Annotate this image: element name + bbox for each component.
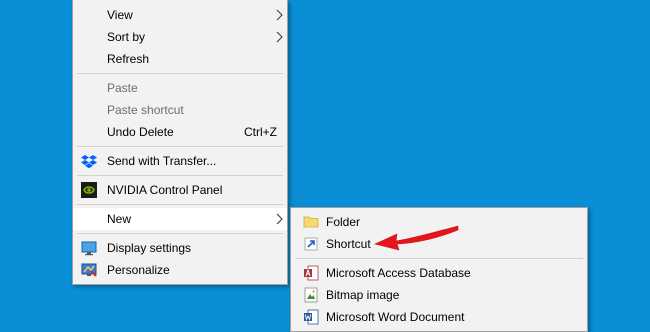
desktop-context-menu: View Sort by Refresh Paste Paste shortcu… [72,0,288,285]
menu-separator [77,233,283,234]
menu-separator [77,146,283,147]
menu-item-label: Display settings [107,241,192,255]
menu-item-nvidia-control-panel[interactable]: NVIDIA Control Panel [73,179,287,201]
menu-item-sort-by[interactable]: Sort by [73,26,287,48]
menu-separator [77,204,283,205]
submenu-item-word-document[interactable]: Microsoft Word Document [291,306,587,328]
menu-item-label: Microsoft Word Document [326,310,465,324]
menu-item-label: Personalize [107,263,170,277]
chevron-right-icon [276,213,283,225]
menu-separator [77,175,283,176]
menu-item-label: Undo Delete [107,125,174,139]
menu-item-label: Refresh [107,52,150,66]
menu-item-label: Shortcut [326,237,371,251]
submenu-item-bitmap-image[interactable]: Bitmap image [291,284,587,306]
menu-item-new[interactable]: New [73,208,287,230]
menu-item-personalize[interactable]: Personalize [73,259,287,281]
menu-item-label: Paste [107,81,138,95]
menu-item-view[interactable]: View [73,4,287,26]
personalize-icon [81,263,97,277]
dropbox-icon [81,155,97,169]
menu-item-undo-delete[interactable]: Undo Delete Ctrl+Z [73,121,287,143]
menu-item-label: Sort by [107,30,146,44]
menu-item-paste-shortcut: Paste shortcut [73,99,287,121]
chevron-right-icon [276,31,283,43]
bitmap-icon [304,287,318,303]
menu-item-label: Send with Transfer... [107,154,217,168]
menu-item-paste: Paste [73,77,287,99]
menu-item-label: Microsoft Access Database [326,266,471,280]
menu-item-label: Paste shortcut [107,103,184,117]
menu-separator [77,73,283,74]
submenu-item-access-database[interactable]: Microsoft Access Database [291,262,587,284]
word-icon [304,309,319,325]
menu-item-label: NVIDIA Control Panel [107,183,223,197]
chevron-right-icon [276,9,283,21]
display-icon [81,241,97,256]
keyboard-shortcut: Ctrl+Z [244,125,277,139]
menu-item-refresh[interactable]: Refresh [73,48,287,70]
menu-item-label: View [107,8,133,22]
menu-separator [295,258,583,259]
nvidia-icon [81,182,97,198]
annotation-arrow [374,225,459,251]
shortcut-icon [304,237,318,251]
menu-item-display-settings[interactable]: Display settings [73,237,287,259]
menu-item-send-with-transfer[interactable]: Send with Transfer... [73,150,287,172]
folder-icon [303,216,319,228]
menu-item-label: Folder [326,215,361,229]
menu-item-label: Bitmap image [326,288,400,302]
access-icon [304,265,319,281]
menu-item-label: New [107,212,132,226]
